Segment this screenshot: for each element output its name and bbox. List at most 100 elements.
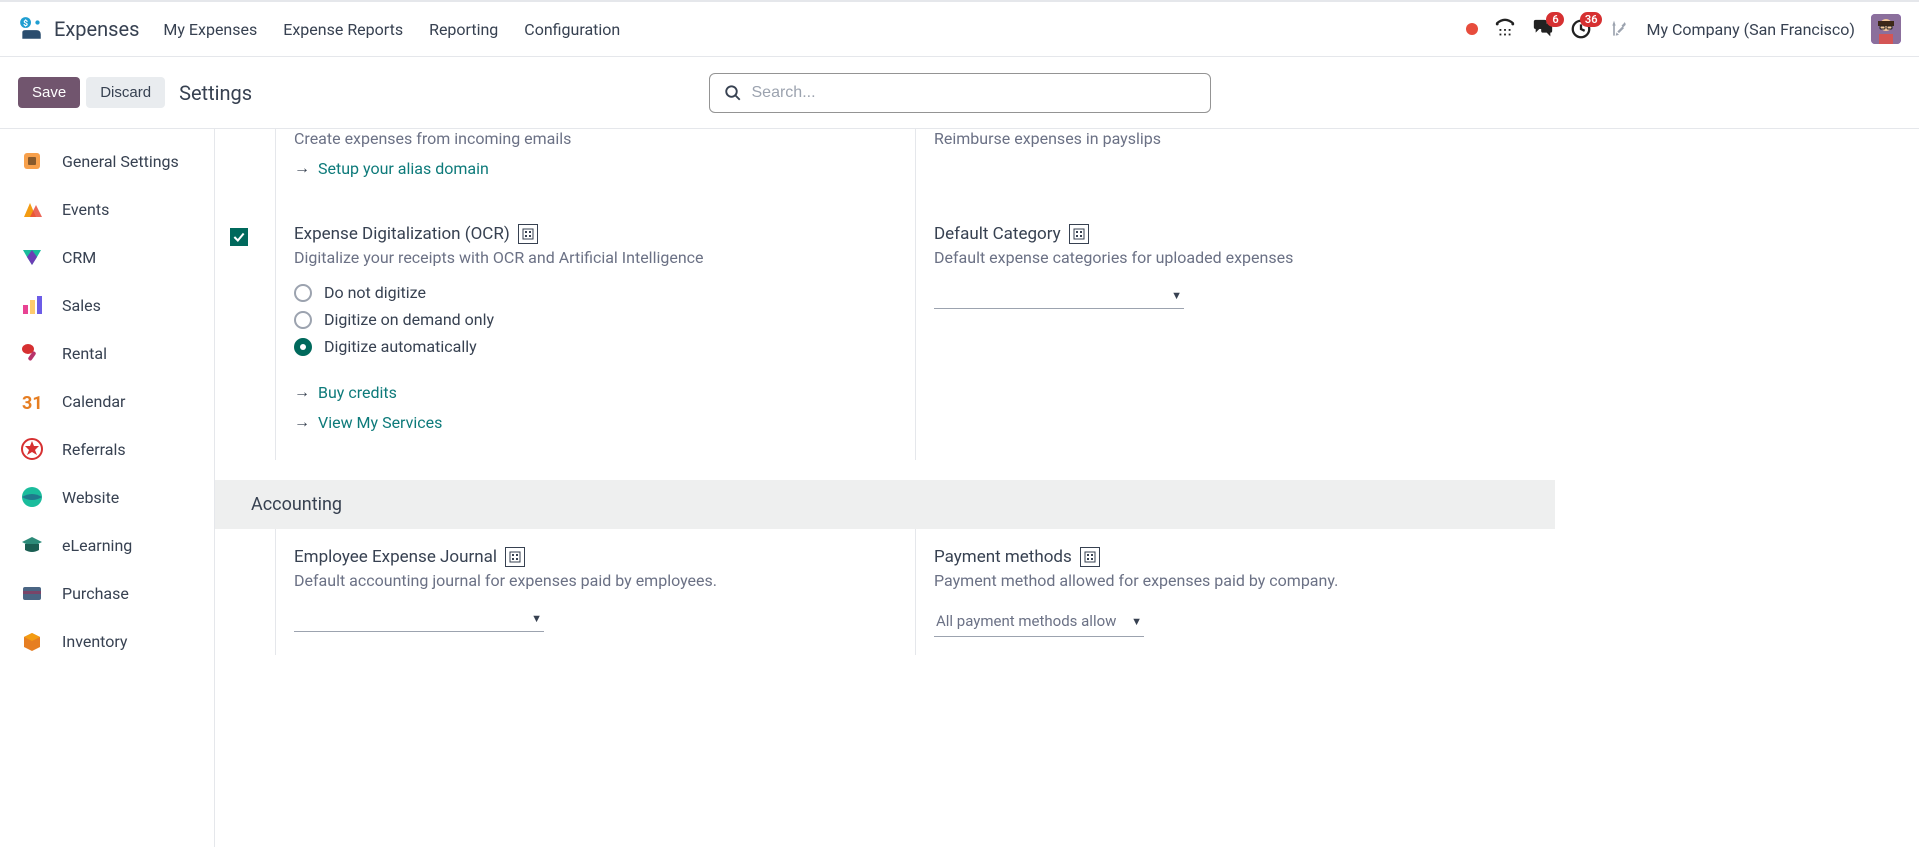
- save-button[interactable]: Save: [18, 77, 80, 108]
- events-icon: [20, 197, 44, 221]
- journal-desc: Default accounting journal for expenses …: [294, 571, 885, 590]
- control-bar: Save Discard Settings: [0, 57, 1919, 129]
- svg-text:31: 31: [22, 393, 43, 413]
- inventory-icon: [20, 629, 44, 653]
- radio-label: Digitize automatically: [324, 337, 477, 356]
- radio-label: Do not digitize: [324, 283, 426, 302]
- sidebar-item-inventory[interactable]: Inventory: [0, 617, 214, 665]
- link-label: Buy credits: [318, 383, 397, 402]
- sidebar-item-label: Purchase: [62, 584, 129, 603]
- building-icon[interactable]: [1080, 547, 1100, 567]
- building-icon[interactable]: [1069, 224, 1089, 244]
- default-category-title: Default Category: [934, 224, 1525, 244]
- radio-icon-selected: [294, 338, 312, 356]
- ocr-option-1[interactable]: Digitize on demand only: [294, 310, 885, 329]
- calendar-icon: 31: [20, 389, 44, 413]
- svg-text:$: $: [23, 18, 28, 29]
- payment-title: Payment methods: [934, 547, 1525, 567]
- ocr-option-0[interactable]: Do not digitize: [294, 283, 885, 302]
- status-dot[interactable]: [1466, 23, 1478, 35]
- building-icon[interactable]: [518, 224, 538, 244]
- sidebar-item-general[interactable]: General Settings: [0, 137, 214, 185]
- discard-button[interactable]: Discard: [86, 77, 165, 108]
- rental-icon: [20, 341, 44, 365]
- purchase-icon: [20, 581, 44, 605]
- expenses-icon: $: [18, 16, 44, 42]
- clock-icon[interactable]: 36: [1570, 18, 1592, 40]
- building-icon[interactable]: [505, 547, 525, 567]
- search-input[interactable]: [752, 84, 1196, 102]
- referrals-icon: [20, 437, 44, 461]
- ocr-option-2[interactable]: Digitize automatically: [294, 337, 885, 356]
- arrow-right-icon: →: [294, 158, 310, 178]
- sidebar-item-label: Inventory: [62, 632, 128, 651]
- journal-dropdown[interactable]: ▼: [294, 606, 544, 632]
- link-label: Setup your alias domain: [318, 159, 489, 178]
- payment-dropdown[interactable]: All payment methods allow ▼: [934, 606, 1144, 637]
- sidebar-item-label: Sales: [62, 296, 101, 315]
- setting-desc: Create expenses from incoming emails: [294, 129, 885, 148]
- chevron-down-icon: ▼: [1171, 289, 1182, 302]
- website-icon: [20, 485, 44, 509]
- content-scroll[interactable]: Create expenses from incoming emails → S…: [215, 129, 1919, 847]
- topbar-right: 6 36 My Company (San Francisco): [1466, 14, 1901, 44]
- app-logo[interactable]: $ Expenses: [18, 16, 139, 42]
- link-label: View My Services: [318, 413, 442, 432]
- search-container[interactable]: [709, 73, 1211, 113]
- nav-my-expenses[interactable]: My Expenses: [163, 20, 257, 39]
- radio-icon: [294, 284, 312, 302]
- nav-reporting[interactable]: Reporting: [429, 20, 498, 39]
- app-title: Expenses: [54, 17, 139, 41]
- buy-credits-link[interactable]: → Buy credits: [294, 382, 885, 402]
- sidebar-item-elearning[interactable]: eLearning: [0, 521, 214, 569]
- radio-label: Digitize on demand only: [324, 310, 494, 329]
- payment-desc: Payment method allowed for expenses paid…: [934, 571, 1525, 590]
- sidebar-item-calendar[interactable]: 31 Calendar: [0, 377, 214, 425]
- topbar: $ Expenses My Expenses Expense Reports R…: [0, 0, 1919, 57]
- sidebar-item-sales[interactable]: Sales: [0, 281, 214, 329]
- sidebar-item-crm[interactable]: CRM: [0, 233, 214, 281]
- default-category-desc: Default expense categories for uploaded …: [934, 248, 1525, 267]
- search-icon: [724, 84, 742, 102]
- clock-badge: 36: [1580, 12, 1603, 27]
- chevron-down-icon: ▼: [1131, 615, 1142, 628]
- nav-configuration[interactable]: Configuration: [524, 20, 620, 39]
- sidebar-item-referrals[interactable]: Referrals: [0, 425, 214, 473]
- setting-title-text: Payment methods: [934, 547, 1072, 567]
- ocr-desc: Digitalize your receipts with OCR and Ar…: [294, 248, 885, 267]
- phone-icon[interactable]: [1494, 18, 1516, 40]
- setting-title-text: Employee Expense Journal: [294, 547, 497, 567]
- radio-icon: [294, 311, 312, 329]
- sidebar-item-label: Website: [62, 488, 119, 507]
- sidebar-item-website[interactable]: Website: [0, 473, 214, 521]
- gear-icon: [20, 149, 44, 173]
- top-nav: My Expenses Expense Reports Reporting Co…: [163, 20, 620, 39]
- sidebar-item-label: eLearning: [62, 536, 132, 555]
- avatar[interactable]: [1871, 14, 1901, 44]
- arrow-right-icon: →: [294, 382, 310, 402]
- default-category-dropdown[interactable]: ▼: [934, 283, 1184, 309]
- tools-icon[interactable]: [1608, 18, 1630, 40]
- dropdown-value: All payment methods allow: [936, 612, 1116, 630]
- chat-icon[interactable]: 6: [1532, 18, 1554, 40]
- setting-title-text: Default Category: [934, 224, 1061, 244]
- sidebar-item-rental[interactable]: Rental: [0, 329, 214, 377]
- sidebar: General Settings Events CRM Sales Rental…: [0, 129, 215, 847]
- sidebar-item-label: General Settings: [62, 152, 179, 171]
- view-services-link[interactable]: → View My Services: [294, 412, 885, 432]
- alias-domain-link[interactable]: → Setup your alias domain: [294, 158, 885, 178]
- sidebar-item-events[interactable]: Events: [0, 185, 214, 233]
- ocr-title: Expense Digitalization (OCR): [294, 224, 885, 244]
- nav-expense-reports[interactable]: Expense Reports: [283, 20, 403, 39]
- setting-title-text: Expense Digitalization (OCR): [294, 224, 510, 244]
- sidebar-item-label: Rental: [62, 344, 107, 363]
- sidebar-item-label: Calendar: [62, 392, 125, 411]
- ocr-checkbox[interactable]: [230, 228, 248, 246]
- company-name[interactable]: My Company (San Francisco): [1646, 20, 1855, 39]
- accounting-section-header: Accounting: [215, 480, 1555, 529]
- crm-icon: [20, 245, 44, 269]
- sidebar-item-purchase[interactable]: Purchase: [0, 569, 214, 617]
- journal-title: Employee Expense Journal: [294, 547, 885, 567]
- elearning-icon: [20, 533, 44, 557]
- sidebar-item-label: Events: [62, 200, 109, 219]
